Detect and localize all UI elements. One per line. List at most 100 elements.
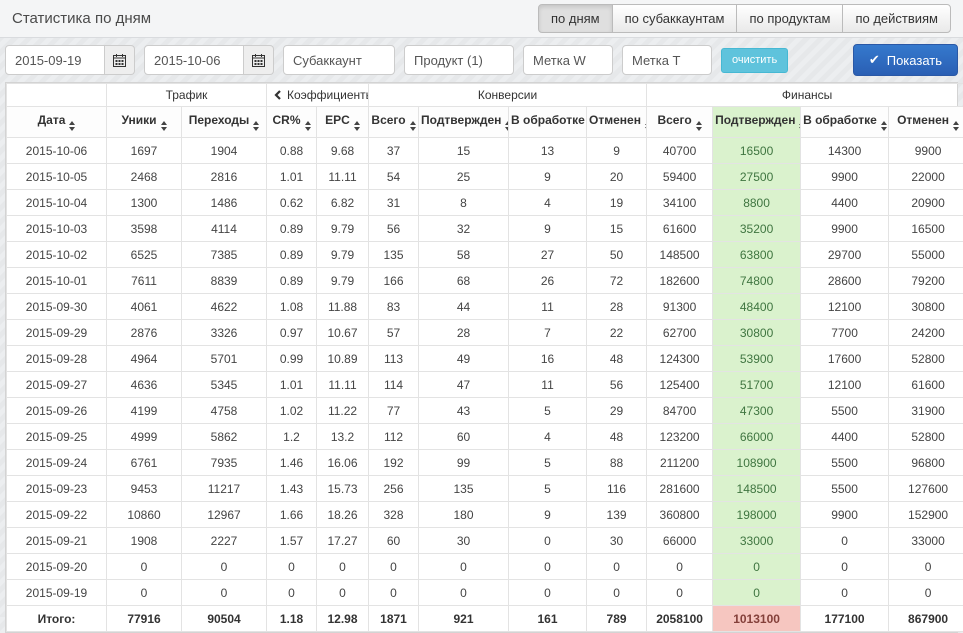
date-to-input[interactable] xyxy=(144,45,244,75)
column-header-4[interactable]: EPC xyxy=(317,107,369,138)
value-cell: 5701 xyxy=(182,346,267,372)
chevron-left-icon[interactable] xyxy=(274,90,282,100)
value-cell: 0 xyxy=(107,580,182,606)
label-t-input[interactable] xyxy=(622,45,712,75)
date-cell: 2015-09-23 xyxy=(7,476,107,502)
value-cell: 72 xyxy=(587,268,647,294)
value-cell: 31 xyxy=(369,190,419,216)
value-cell: 2876 xyxy=(107,320,182,346)
value-cell: 4636 xyxy=(107,372,182,398)
value-cell: 91300 xyxy=(647,294,713,320)
value-cell: 22 xyxy=(587,320,647,346)
sort-icon[interactable] xyxy=(69,121,75,131)
sort-icon[interactable] xyxy=(410,121,416,131)
column-header-10[interactable]: Подтвержден xyxy=(713,107,801,138)
value-cell: 25 xyxy=(419,164,509,190)
value-cell: 99 xyxy=(419,450,509,476)
value-cell: 24200 xyxy=(889,320,963,346)
value-cell: 11.11 xyxy=(317,164,369,190)
column-label: Отменен xyxy=(589,113,641,127)
value-cell: 52800 xyxy=(889,346,963,372)
tab-by-days[interactable]: по дням xyxy=(538,4,613,33)
value-cell: 56 xyxy=(369,216,419,242)
column-header-7[interactable]: В обработке xyxy=(509,107,587,138)
tab-by-subaccounts[interactable]: по субаккаунтам xyxy=(612,4,738,33)
value-cell: 4622 xyxy=(182,294,267,320)
calendar-icon[interactable] xyxy=(105,45,135,75)
column-header-0[interactable]: Дата xyxy=(7,107,107,138)
group-coefficients: Коэффициенты xyxy=(267,84,369,107)
value-cell: 10860 xyxy=(107,502,182,528)
column-header-11[interactable]: В обработке xyxy=(801,107,889,138)
column-header-9[interactable]: Всего xyxy=(647,107,713,138)
value-cell: 96800 xyxy=(889,450,963,476)
clear-button[interactable]: очистить xyxy=(721,48,788,73)
tab-by-actions[interactable]: по действиям xyxy=(842,4,951,33)
column-header-8[interactable]: Отменен xyxy=(587,107,647,138)
sort-icon[interactable] xyxy=(696,121,702,131)
date-from-input[interactable] xyxy=(5,45,105,75)
value-cell: 0.89 xyxy=(267,216,317,242)
value-cell: 13 xyxy=(509,138,587,164)
value-cell: 0 xyxy=(317,554,369,580)
group-empty xyxy=(7,84,107,107)
sort-icon[interactable] xyxy=(953,121,959,131)
value-cell: 34100 xyxy=(647,190,713,216)
label-w-input[interactable] xyxy=(523,45,613,75)
value-cell: 16500 xyxy=(889,216,963,242)
value-cell: 114 xyxy=(369,372,419,398)
statistics-table-container: Трафик Коэффициенты Конверсии Финансы Да… xyxy=(5,82,958,633)
value-cell: 27500 xyxy=(713,164,801,190)
value-cell: 9.79 xyxy=(317,216,369,242)
table-row: 2015-10-06169719040.889.6837151394070016… xyxy=(7,138,963,164)
sort-icon[interactable] xyxy=(305,121,311,131)
value-cell: 0 xyxy=(267,554,317,580)
value-cell: 328 xyxy=(369,502,419,528)
value-cell: 62700 xyxy=(647,320,713,346)
value-cell: 22000 xyxy=(889,164,963,190)
table-row: 2015-09-2210860129671.6618.2632818091393… xyxy=(7,502,963,528)
value-cell: 66000 xyxy=(713,424,801,450)
value-cell: 4 xyxy=(509,190,587,216)
value-cell: 0 xyxy=(182,554,267,580)
value-cell: 31900 xyxy=(889,398,963,424)
value-cell: 8 xyxy=(419,190,509,216)
totals-value: 90504 xyxy=(182,606,267,632)
value-cell: 7700 xyxy=(801,320,889,346)
column-header-1[interactable]: Уники xyxy=(107,107,182,138)
tab-by-products[interactable]: по продуктам xyxy=(736,4,843,33)
totals-value: 789 xyxy=(587,606,647,632)
sort-icon[interactable] xyxy=(253,121,259,131)
value-cell: 0 xyxy=(587,580,647,606)
value-cell: 4999 xyxy=(107,424,182,450)
value-cell: 30800 xyxy=(713,320,801,346)
sort-icon[interactable] xyxy=(354,121,360,131)
column-header-3[interactable]: CR% xyxy=(267,107,317,138)
value-cell: 113 xyxy=(369,346,419,372)
sort-icon[interactable] xyxy=(881,121,887,131)
page-title: Статистика по дням xyxy=(12,10,151,27)
value-cell: 61600 xyxy=(889,372,963,398)
product-input[interactable] xyxy=(404,45,514,75)
value-cell: 0 xyxy=(587,554,647,580)
date-to-group xyxy=(144,45,274,75)
column-header-5[interactable]: Всего xyxy=(369,107,419,138)
column-header-2[interactable]: Переходы xyxy=(182,107,267,138)
value-cell: 7385 xyxy=(182,242,267,268)
value-cell: 0 xyxy=(509,528,587,554)
value-cell: 0 xyxy=(713,554,801,580)
show-button[interactable]: ✔ Показать xyxy=(853,44,958,76)
column-header-12[interactable]: Отменен xyxy=(889,107,963,138)
calendar-icon[interactable] xyxy=(244,45,274,75)
sort-icon[interactable] xyxy=(161,121,167,131)
column-header-6[interactable]: Подтвержден xyxy=(419,107,509,138)
value-cell: 0 xyxy=(419,554,509,580)
value-cell: 9900 xyxy=(801,216,889,242)
value-cell: 5 xyxy=(509,450,587,476)
value-cell: 0 xyxy=(317,580,369,606)
totals-value: 177100 xyxy=(801,606,889,632)
value-cell: 15 xyxy=(419,138,509,164)
date-cell: 2015-09-21 xyxy=(7,528,107,554)
value-cell: 2816 xyxy=(182,164,267,190)
subaccount-input[interactable] xyxy=(283,45,395,75)
